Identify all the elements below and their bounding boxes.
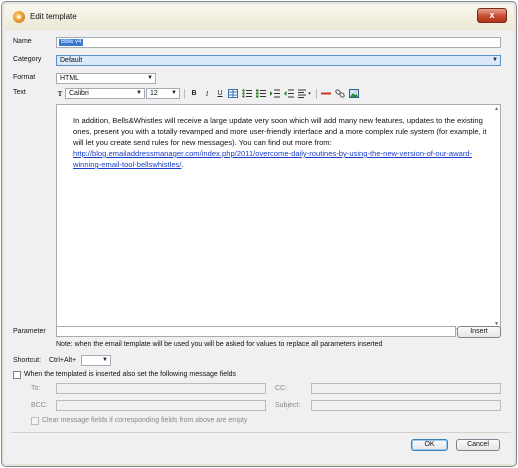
toolbar-separator xyxy=(184,89,185,99)
chevron-down-icon: ▼ xyxy=(492,57,498,63)
category-select[interactable]: Default ▼ xyxy=(56,55,501,66)
shortcut-label: Shortcut: xyxy=(13,357,42,364)
name-value: BBw v4 xyxy=(59,39,84,46)
title-bar[interactable]: Edit template x xyxy=(5,5,513,30)
subject-input[interactable] xyxy=(311,400,501,411)
category-label: Category xyxy=(13,56,42,63)
set-message-fields-label: When the templated is inserted also set … xyxy=(24,371,237,378)
chevron-down-icon: ▼ xyxy=(147,75,153,81)
numbered-list-icon[interactable] xyxy=(256,89,266,99)
bcc-label: BCC: xyxy=(31,402,48,409)
font-size-select[interactable]: 12 ▼ xyxy=(146,88,180,99)
clear-fields-label: Clear message fields if corresponding fi… xyxy=(42,417,248,424)
outdent-icon[interactable] xyxy=(284,89,294,99)
set-message-fields-checkbox[interactable] xyxy=(13,371,21,379)
shortcut-prefix: Ctrl+Alt+ xyxy=(49,357,77,364)
indent-icon[interactable] xyxy=(270,89,280,99)
to-input[interactable] xyxy=(56,383,266,394)
shortcut-select[interactable]: ▼ xyxy=(81,355,111,366)
text-label: Text xyxy=(13,89,26,96)
edit-template-dialog: Edit template x Name BBw v4 Category Def… xyxy=(1,1,517,467)
editor-toolbar: T Calibri ▼ 12 ▼ B I U xyxy=(56,88,359,101)
font-select[interactable]: Calibri ▼ xyxy=(65,88,145,99)
window-title: Edit template xyxy=(30,12,77,21)
subject-label: Subject: xyxy=(275,402,301,409)
scroll-up-icon[interactable]: ▲ xyxy=(494,106,499,112)
parameter-label: Parameter xyxy=(13,328,46,335)
template-body-editor[interactable]: In addition, Bells&Whistles will receive… xyxy=(56,104,501,329)
link-icon[interactable] xyxy=(335,89,345,99)
italic-icon[interactable]: I xyxy=(202,89,212,99)
close-button[interactable]: x xyxy=(477,8,507,23)
horizontal-rule-icon[interactable] xyxy=(321,89,331,99)
format-select[interactable]: HTML ▼ xyxy=(56,73,156,84)
table-icon[interactable] xyxy=(228,89,238,99)
align-icon[interactable] xyxy=(298,89,312,99)
font-size-value: 12 xyxy=(150,90,158,97)
image-icon[interactable] xyxy=(349,89,359,99)
cc-input[interactable] xyxy=(311,383,501,394)
name-input[interactable]: BBw v4 xyxy=(56,37,501,48)
app-logo-icon xyxy=(13,11,25,23)
parameter-note: Note: when the email template will be us… xyxy=(56,341,383,348)
name-label: Name xyxy=(13,38,32,45)
to-label: To: xyxy=(31,385,41,392)
parameter-input[interactable] xyxy=(56,326,456,337)
blog-link[interactable]: http://blog.emailaddressmanager.com/inde… xyxy=(73,149,472,169)
bold-icon[interactable]: B xyxy=(189,89,199,99)
cancel-button[interactable]: Cancel xyxy=(456,439,500,451)
clear-fields-checkbox[interactable] xyxy=(31,417,39,425)
format-value: HTML xyxy=(60,75,80,82)
insert-button[interactable]: Insert xyxy=(457,326,501,338)
ok-button[interactable]: OK xyxy=(411,439,448,451)
bcc-input[interactable] xyxy=(56,400,266,411)
bullet-list-icon[interactable] xyxy=(242,89,252,99)
cc-label: CC: xyxy=(275,385,288,392)
chevron-down-icon: ▼ xyxy=(102,357,108,363)
chevron-down-icon: ▼ xyxy=(171,90,177,96)
dialog-body: Name BBw v4 Category Default ▼ Format HT… xyxy=(11,31,511,461)
toolbar-separator xyxy=(316,89,317,99)
editor-trailing-text: . xyxy=(181,160,184,169)
category-value: Default xyxy=(60,57,83,64)
editor-content: In addition, Bells&Whistles will receive… xyxy=(73,115,493,170)
format-label: Format xyxy=(13,74,36,81)
chevron-down-icon: ▼ xyxy=(136,90,142,96)
font-name: Calibri xyxy=(69,90,89,97)
underline-icon[interactable]: U xyxy=(215,89,225,99)
footer-divider xyxy=(11,432,511,433)
editor-body-text: In addition, Bells&Whistles will receive… xyxy=(73,116,487,147)
font-icon: T xyxy=(57,90,63,98)
